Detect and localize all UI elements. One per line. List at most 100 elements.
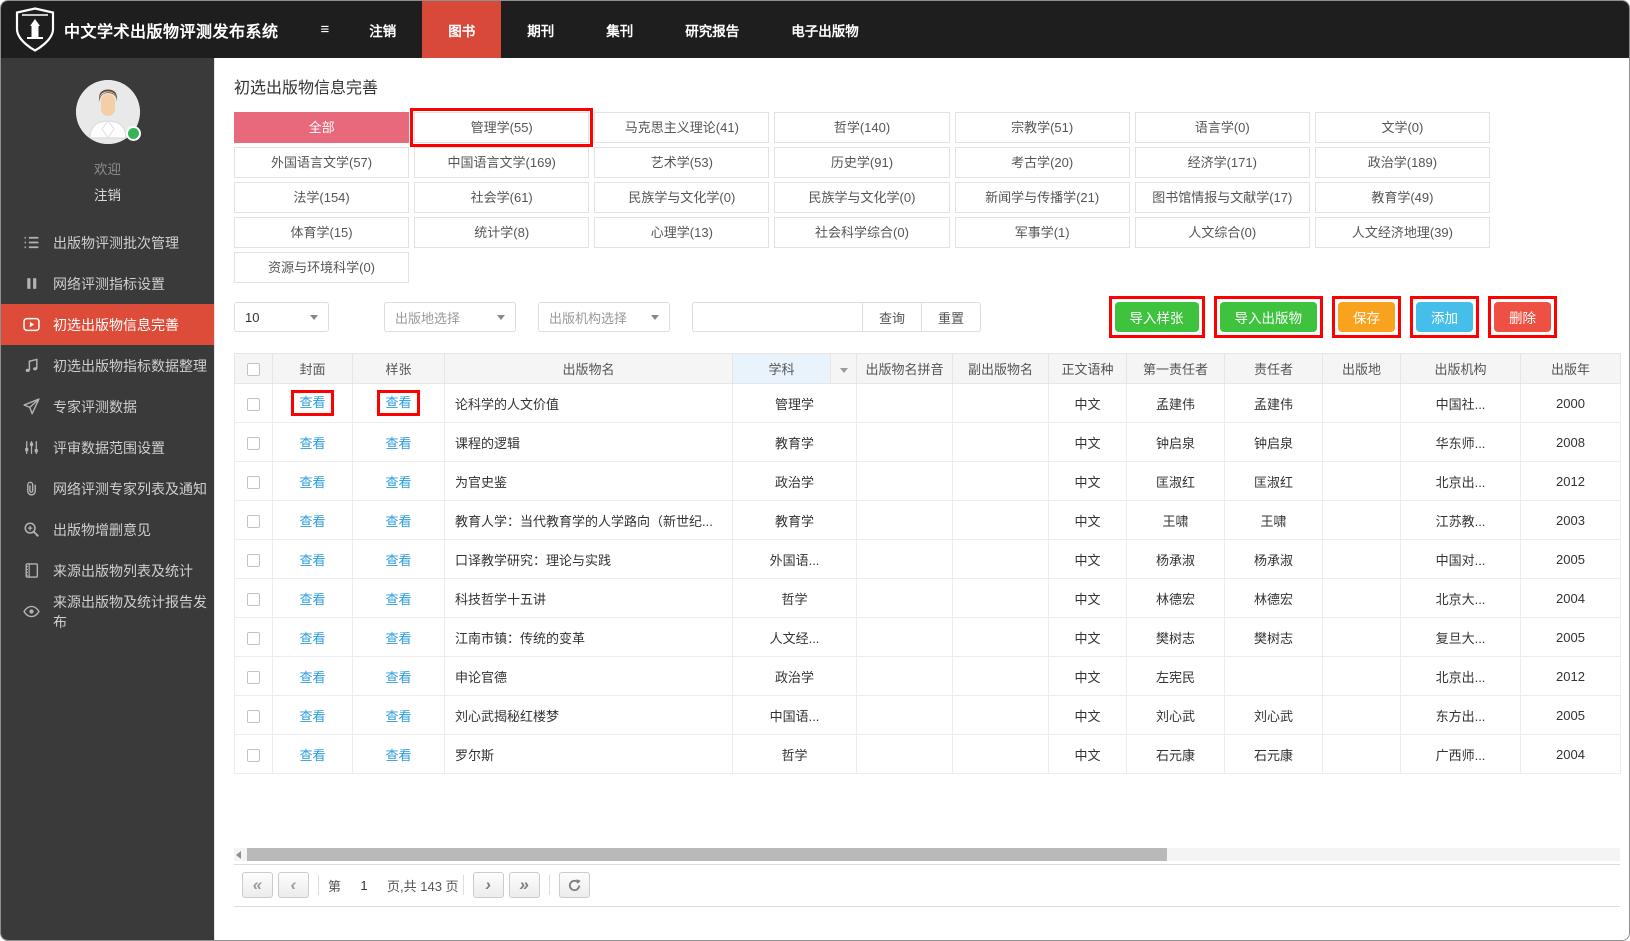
category-button-26[interactable]: 人文综合(0) bbox=[1134, 217, 1310, 248]
category-button-19[interactable]: 图书馆情报与文献学(17) bbox=[1134, 182, 1310, 213]
horizontal-scrollbar[interactable] bbox=[234, 848, 1620, 861]
view-sample-link[interactable]: 查看 bbox=[385, 436, 411, 451]
column-header-9[interactable]: 出版地 bbox=[1322, 353, 1401, 384]
category-button-16[interactable]: 民族学与文化学(0) bbox=[594, 182, 770, 213]
view-cover-link[interactable]: 查看 bbox=[299, 475, 325, 490]
top-menu-item-4[interactable]: 研究报告 bbox=[659, 1, 765, 58]
last-page-button[interactable]: » bbox=[508, 872, 540, 898]
category-button-7[interactable]: 外国语言文学(57) bbox=[234, 147, 410, 178]
action-button-4[interactable]: 删除 bbox=[1494, 302, 1551, 332]
category-button-27[interactable]: 人文经济地理(39) bbox=[1314, 217, 1490, 248]
prev-page-button[interactable]: ‹ bbox=[278, 872, 309, 898]
view-sample-link[interactable]: 查看 bbox=[385, 748, 411, 763]
category-button-9[interactable]: 艺术学(53) bbox=[594, 147, 770, 178]
top-menu-item-3[interactable]: 集刊 bbox=[580, 1, 659, 58]
page-number-input[interactable] bbox=[347, 874, 382, 896]
category-button-17[interactable]: 民族学与文化学(0) bbox=[774, 182, 950, 213]
sidebar-item-7[interactable]: 出版物增删意见 bbox=[1, 509, 214, 550]
page-size-select[interactable]: 10 bbox=[234, 302, 329, 332]
column-header-6[interactable]: 正文语种 bbox=[1048, 353, 1127, 384]
category-button-13[interactable]: 政治学(189) bbox=[1314, 147, 1490, 178]
view-sample-link[interactable]: 查看 bbox=[385, 514, 411, 529]
sidebar-item-2[interactable]: 初选出版物信息完善 bbox=[1, 304, 214, 345]
category-button-12[interactable]: 经济学(171) bbox=[1134, 147, 1310, 178]
sidebar-item-5[interactable]: 评审数据范围设置 bbox=[1, 427, 214, 468]
select-all-checkbox[interactable] bbox=[247, 363, 260, 377]
category-button-18[interactable]: 新闻学与传播学(21) bbox=[954, 182, 1130, 213]
row-checkbox[interactable] bbox=[247, 592, 260, 606]
row-checkbox[interactable] bbox=[247, 631, 260, 645]
column-header-10[interactable]: 出版机构 bbox=[1400, 353, 1521, 384]
column-header-1[interactable]: 样张 bbox=[352, 353, 445, 384]
sidebar-item-1[interactable]: 网络评测指标设置 bbox=[1, 263, 214, 304]
category-button-25[interactable]: 军事学(1) bbox=[954, 217, 1130, 248]
column-header-5[interactable]: 副出版物名 bbox=[952, 353, 1049, 384]
row-checkbox[interactable] bbox=[247, 553, 260, 567]
sidebar-item-3[interactable]: 初选出版物指标数据整理 bbox=[1, 345, 214, 386]
sidebar-item-6[interactable]: 网络评测专家列表及通知 bbox=[1, 468, 214, 509]
sidebar-item-4[interactable]: 专家评测数据 bbox=[1, 386, 214, 427]
column-header-2[interactable]: 出版物名 bbox=[444, 353, 733, 384]
subject-filter-dropdown[interactable] bbox=[830, 353, 857, 384]
category-button-0[interactable]: 全部 bbox=[234, 112, 410, 143]
category-button-11[interactable]: 考古学(20) bbox=[954, 147, 1130, 178]
next-page-button[interactable]: › bbox=[472, 872, 504, 898]
place-select[interactable]: 出版地选择 bbox=[384, 302, 516, 332]
action-button-3[interactable]: 添加 bbox=[1416, 302, 1473, 332]
row-checkbox[interactable] bbox=[247, 436, 260, 450]
category-button-28[interactable]: 资源与环境科学(0) bbox=[234, 252, 410, 283]
column-header-7[interactable]: 第一责任者 bbox=[1126, 353, 1225, 384]
category-button-23[interactable]: 心理学(13) bbox=[594, 217, 770, 248]
row-checkbox[interactable] bbox=[247, 514, 260, 528]
view-cover-link[interactable]: 查看 bbox=[299, 395, 325, 410]
view-cover-link[interactable]: 查看 bbox=[299, 631, 325, 646]
top-menu-item-1[interactable]: 图书 bbox=[422, 1, 502, 58]
action-button-0[interactable]: 导入样张 bbox=[1114, 302, 1199, 332]
search-button[interactable]: 查询 bbox=[862, 302, 922, 332]
view-cover-link[interactable]: 查看 bbox=[299, 436, 325, 451]
category-button-8[interactable]: 中国语言文学(169) bbox=[414, 147, 590, 178]
category-button-14[interactable]: 法学(154) bbox=[234, 182, 410, 213]
top-menu-item-5[interactable]: 电子出版物 bbox=[765, 1, 885, 58]
category-button-3[interactable]: 哲学(140) bbox=[774, 112, 950, 143]
column-header-11[interactable]: 出版年 bbox=[1520, 353, 1621, 384]
category-button-4[interactable]: 宗教学(51) bbox=[954, 112, 1130, 143]
row-checkbox[interactable] bbox=[247, 475, 260, 489]
scrollbar-thumb[interactable] bbox=[247, 848, 1167, 861]
row-checkbox[interactable] bbox=[247, 397, 260, 411]
search-input[interactable] bbox=[692, 302, 862, 332]
org-select[interactable]: 出版机构选择 bbox=[538, 302, 670, 332]
category-button-24[interactable]: 社会科学综合(0) bbox=[774, 217, 950, 248]
category-button-20[interactable]: 教育学(49) bbox=[1314, 182, 1490, 213]
view-cover-link[interactable]: 查看 bbox=[299, 514, 325, 529]
category-button-1[interactable]: 管理学(55) bbox=[410, 108, 594, 147]
reset-button[interactable]: 重置 bbox=[921, 302, 982, 332]
view-cover-link[interactable]: 查看 bbox=[299, 748, 325, 763]
row-checkbox[interactable] bbox=[247, 670, 260, 684]
view-cover-link[interactable]: 查看 bbox=[299, 592, 325, 607]
view-sample-link[interactable]: 查看 bbox=[385, 631, 411, 646]
category-button-2[interactable]: 马克思主义理论(41) bbox=[594, 112, 770, 143]
view-cover-link[interactable]: 查看 bbox=[299, 553, 325, 568]
category-button-21[interactable]: 体育学(15) bbox=[234, 217, 410, 248]
view-sample-link[interactable]: 查看 bbox=[385, 670, 411, 685]
category-button-10[interactable]: 历史学(91) bbox=[774, 147, 950, 178]
action-button-2[interactable]: 保存 bbox=[1338, 302, 1395, 332]
row-checkbox[interactable] bbox=[247, 709, 260, 723]
category-button-15[interactable]: 社会学(61) bbox=[414, 182, 590, 213]
sidebar-item-0[interactable]: 出版物评测批次管理 bbox=[1, 222, 214, 263]
top-menu-item-0[interactable]: 注销 bbox=[343, 1, 422, 58]
column-header-3[interactable]: 学科 bbox=[732, 353, 831, 384]
view-sample-link[interactable]: 查看 bbox=[385, 475, 411, 490]
column-header-0[interactable]: 封面 bbox=[272, 353, 353, 384]
top-menu-item-2[interactable]: 期刊 bbox=[501, 1, 580, 58]
column-header-4[interactable]: 出版物名拼音 bbox=[856, 353, 953, 384]
view-sample-link[interactable]: 查看 bbox=[385, 592, 411, 607]
menu-toggle-icon[interactable]: ≡ bbox=[321, 21, 330, 38]
category-button-22[interactable]: 统计学(8) bbox=[414, 217, 590, 248]
view-sample-link[interactable]: 查看 bbox=[385, 553, 411, 568]
first-page-button[interactable]: « bbox=[242, 872, 273, 898]
view-sample-link[interactable]: 查看 bbox=[385, 395, 411, 410]
sidebar-item-9[interactable]: 来源出版物及统计报告发布 bbox=[1, 591, 214, 632]
category-button-6[interactable]: 文学(0) bbox=[1314, 112, 1490, 143]
